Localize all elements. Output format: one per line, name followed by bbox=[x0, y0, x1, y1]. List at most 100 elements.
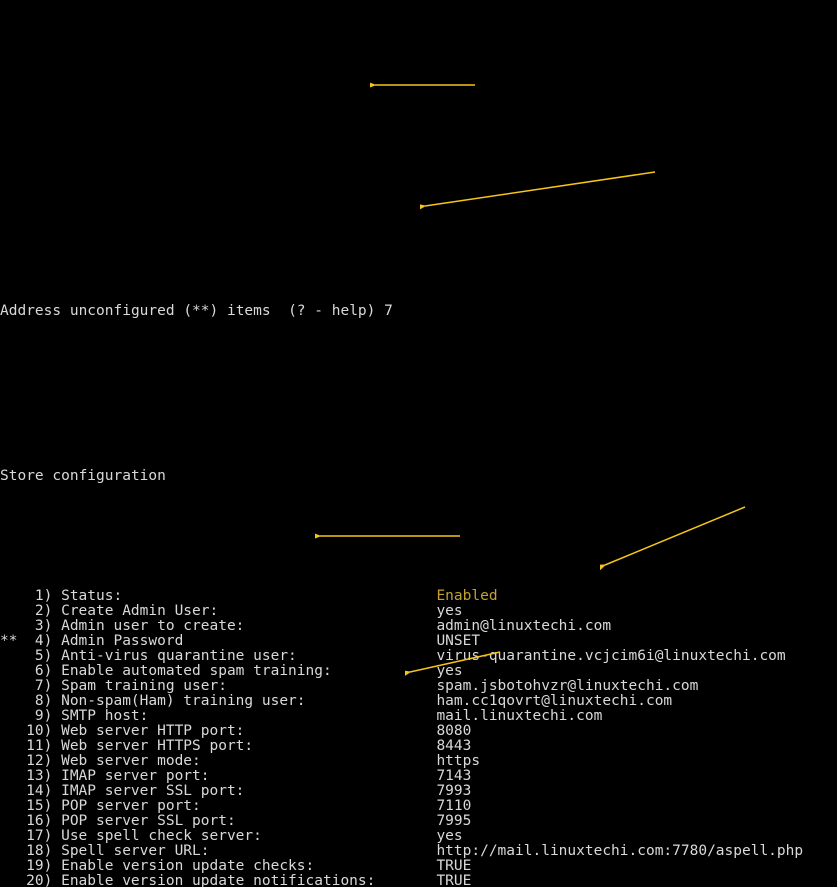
arrow-annotation-unset bbox=[420, 170, 660, 210]
menu-number: 10) bbox=[17, 724, 52, 739]
unconfigured-marker: ** bbox=[0, 634, 17, 649]
menu-number: 7) bbox=[17, 679, 52, 694]
menu-value: 8080 bbox=[436, 724, 471, 739]
unconfigured-marker bbox=[0, 709, 17, 724]
menu-value: TRUE bbox=[436, 874, 471, 887]
terminal[interactable]: Address unconfigured (**) items (? - hel… bbox=[0, 75, 837, 887]
menu-number: 1) bbox=[17, 589, 52, 604]
prompt-address-unconfigured[interactable]: Address unconfigured (**) items (? - hel… bbox=[0, 304, 837, 319]
menu-label: Anti-virus quarantine user: bbox=[52, 649, 436, 664]
menu-value: spam.jsbotohvzr@linuxtechi.com bbox=[436, 679, 698, 694]
unconfigured-marker bbox=[0, 724, 17, 739]
menu-item-18[interactable]: 18) Spell server URL: http://mail.linuxt… bbox=[0, 844, 837, 859]
menu-item-12[interactable]: 12) Web server mode: https bbox=[0, 754, 837, 769]
menu-label: Web server mode: bbox=[52, 754, 436, 769]
menu-value: https bbox=[436, 754, 480, 769]
menu-item-13[interactable]: 13) IMAP server port: 7143 bbox=[0, 769, 837, 784]
menu-value: 7993 bbox=[436, 784, 471, 799]
menu-number: 2) bbox=[17, 604, 52, 619]
menu-value: http://mail.linuxtechi.com:7780/aspell.p… bbox=[436, 844, 803, 859]
unconfigured-marker bbox=[0, 604, 17, 619]
menu-label: Web server HTTP port: bbox=[52, 724, 436, 739]
menu-number: 9) bbox=[17, 709, 52, 724]
unconfigured-marker bbox=[0, 589, 17, 604]
menu-item-15[interactable]: 15) POP server port: 7110 bbox=[0, 799, 837, 814]
menu-item-20[interactable]: 20) Enable version update notifications:… bbox=[0, 874, 837, 887]
menu-number: 11) bbox=[17, 739, 52, 754]
menu-number: 15) bbox=[17, 799, 52, 814]
menu-label: Admin user to create: bbox=[52, 619, 436, 634]
menu-number: 12) bbox=[17, 754, 52, 769]
section-title-store-config-1: Store configuration bbox=[0, 469, 837, 484]
menu-label: Status: bbox=[52, 589, 436, 604]
menu-item-9[interactable]: 9) SMTP host: mail.linuxtechi.com bbox=[0, 709, 837, 724]
unconfigured-marker bbox=[0, 694, 17, 709]
menu-value: Enabled bbox=[436, 589, 497, 604]
unconfigured-marker bbox=[0, 619, 17, 634]
menu-label: Spell server URL: bbox=[52, 844, 436, 859]
menu-item-1[interactable]: 1) Status: Enabled bbox=[0, 589, 837, 604]
prompt-input: 7 bbox=[384, 303, 393, 319]
menu-value: yes bbox=[436, 664, 462, 679]
arrow-annotation-prompt2 bbox=[315, 528, 465, 544]
menu-label: SMTP host: bbox=[52, 709, 436, 724]
unconfigured-marker bbox=[0, 799, 17, 814]
menu-number: 14) bbox=[17, 784, 52, 799]
unconfigured-marker bbox=[0, 649, 17, 664]
menu-label: Spam training user: bbox=[52, 679, 436, 694]
menu-value: ham.cc1qovrt@linuxtechi.com bbox=[436, 694, 672, 709]
menu-value: 7995 bbox=[436, 814, 471, 829]
unconfigured-marker bbox=[0, 784, 17, 799]
menu-number: 16) bbox=[17, 814, 52, 829]
menu-item-2[interactable]: 2) Create Admin User: yes bbox=[0, 604, 837, 619]
menu-item-3[interactable]: 3) Admin user to create: admin@linuxtech… bbox=[0, 619, 837, 634]
menu-number: 18) bbox=[17, 844, 52, 859]
menu-label: IMAP server port: bbox=[52, 769, 436, 784]
menu-number: 13) bbox=[17, 769, 52, 784]
menu-item-17[interactable]: 17) Use spell check server: yes bbox=[0, 829, 837, 844]
menu-label: Admin Password bbox=[52, 634, 436, 649]
menu-number: 5) bbox=[17, 649, 52, 664]
menu-value: yes bbox=[436, 604, 462, 619]
menu-item-14[interactable]: 14) IMAP server SSL port: 7993 bbox=[0, 784, 837, 799]
menu-value: virus-quarantine.vcjcim6i@linuxtechi.com bbox=[436, 649, 785, 664]
menu-label: POP server SSL port: bbox=[52, 814, 436, 829]
prompt-text: Address unconfigured (**) items (? - hel… bbox=[0, 304, 384, 319]
menu-value: 7143 bbox=[436, 769, 471, 784]
unconfigured-marker bbox=[0, 844, 17, 859]
unconfigured-marker bbox=[0, 664, 17, 679]
menu-item-6[interactable]: 6) Enable automated spam training: yes bbox=[0, 664, 837, 679]
unconfigured-marker bbox=[0, 754, 17, 769]
menu-item-10[interactable]: 10) Web server HTTP port: 8080 bbox=[0, 724, 837, 739]
unconfigured-marker bbox=[0, 769, 17, 784]
menu-label: Enable automated spam training: bbox=[52, 664, 436, 679]
menu-item-4[interactable]: ** 4) Admin Password UNSET bbox=[0, 634, 837, 649]
menu-label: Non-spam(Ham) training user: bbox=[52, 694, 436, 709]
unconfigured-marker bbox=[0, 679, 17, 694]
menu-value: yes bbox=[436, 829, 462, 844]
menu-value: mail.linuxtechi.com bbox=[436, 709, 602, 724]
menu-value: 8443 bbox=[436, 739, 471, 754]
menu-number: 6) bbox=[17, 664, 52, 679]
menu-item-16[interactable]: 16) POP server SSL port: 7995 bbox=[0, 814, 837, 829]
menu-number: 3) bbox=[17, 619, 52, 634]
menu-label: Use spell check server: bbox=[52, 829, 436, 844]
menu-item-5[interactable]: 5) Anti-virus quarantine user: virus-qua… bbox=[0, 649, 837, 664]
menu-label: Enable version update notifications: bbox=[52, 874, 436, 887]
unconfigured-marker bbox=[0, 814, 17, 829]
menu-number: 4) bbox=[17, 634, 52, 649]
menu-label: Web server HTTPS port: bbox=[52, 739, 436, 754]
menu-label: POP server port: bbox=[52, 799, 436, 814]
unconfigured-marker bbox=[0, 829, 17, 844]
menu-label: Create Admin User: bbox=[52, 604, 436, 619]
menu-item-11[interactable]: 11) Web server HTTPS port: 8443 bbox=[0, 739, 837, 754]
menu-number: 20) bbox=[17, 874, 52, 887]
arrow-annotation-prompt1 bbox=[370, 77, 480, 93]
menu-value: 7110 bbox=[436, 799, 471, 814]
menu-item-8[interactable]: 8) Non-spam(Ham) training user: ham.cc1q… bbox=[0, 694, 837, 709]
menu-value: admin@linuxtechi.com bbox=[436, 619, 611, 634]
menu-item-7[interactable]: 7) Spam training user: spam.jsbotohvzr@l… bbox=[0, 679, 837, 694]
menu-label: IMAP server SSL port: bbox=[52, 784, 436, 799]
menu-number: 8) bbox=[17, 694, 52, 709]
unconfigured-marker bbox=[0, 874, 17, 887]
